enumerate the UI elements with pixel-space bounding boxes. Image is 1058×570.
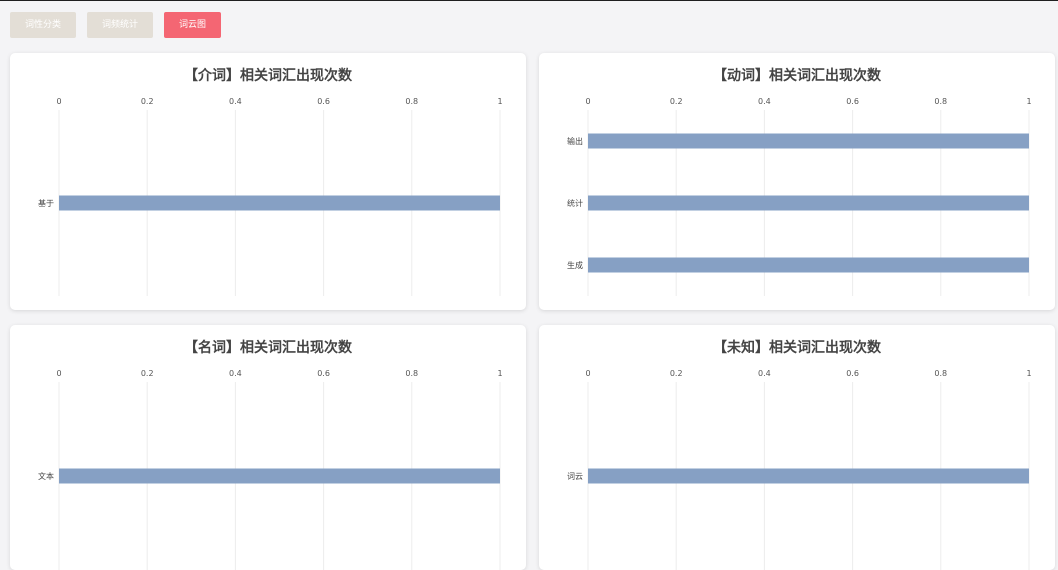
chart-card-verb: 【动词】相关词汇出现次数 0 0.2 0.4 0.6 0.8 1 输出 统计 生成 — [539, 53, 1055, 310]
x-tick-label: 0 — [56, 97, 61, 106]
category-label: 词云 — [567, 472, 583, 481]
x-tick-label: 0.8 — [934, 369, 947, 378]
category-label: 生成 — [567, 260, 583, 270]
x-tick-label: 0.6 — [846, 369, 859, 378]
x-tick-label: 0.6 — [317, 97, 330, 106]
x-tick-label: 0 — [585, 369, 590, 378]
x-tick-label: 0.8 — [934, 97, 947, 106]
bar — [588, 133, 1029, 149]
category-label: 统计 — [567, 198, 583, 208]
x-tick-label: 0.2 — [141, 369, 154, 378]
x-tick-label: 1 — [1026, 97, 1031, 106]
bar — [59, 468, 500, 484]
x-tick-label: 1 — [497, 369, 502, 378]
bar-chart-unknown: 0 0.2 0.4 0.6 0.8 1 词云 — [567, 369, 1032, 570]
tab-pos-classification[interactable]: 词性分类 — [10, 12, 77, 38]
x-tick-label: 0.2 — [670, 97, 683, 106]
bar — [59, 195, 500, 211]
bar — [588, 195, 1029, 211]
x-tick-label: 0.8 — [405, 369, 418, 378]
category-label: 基于 — [38, 198, 54, 208]
bar-chart-noun: 0 0.2 0.4 0.6 0.8 1 文本 — [38, 369, 503, 570]
x-tick-label: 0 — [585, 97, 590, 106]
chart-card-preposition: 【介词】相关词汇出现次数 0 0.2 0.4 0.6 0.8 1 基于 — [10, 53, 526, 310]
x-tick-label: 0.4 — [758, 369, 771, 378]
x-tick-label: 0.4 — [758, 97, 771, 106]
bar — [588, 468, 1029, 484]
top-border — [0, 0, 1058, 1]
x-tick-label: 0.6 — [317, 369, 330, 378]
x-tick-label: 0.6 — [846, 97, 859, 106]
x-tick-label: 0.4 — [229, 97, 242, 106]
bar-chart-preposition: 0 0.2 0.4 0.6 0.8 1 基于 — [38, 97, 503, 296]
x-tick-label: 0.2 — [670, 369, 683, 378]
tab-word-frequency[interactable]: 词频统计 — [87, 12, 154, 38]
category-label: 输出 — [567, 136, 583, 146]
x-tick-label: 0.2 — [141, 97, 154, 106]
bar — [588, 257, 1029, 273]
chart-card-unknown: 【未知】相关词汇出现次数 0 0.2 0.4 0.6 0.8 1 词云 — [539, 325, 1055, 570]
x-tick-label: 0.8 — [405, 97, 418, 106]
x-tick-label: 1 — [497, 97, 502, 106]
x-tick-label: 0.4 — [229, 369, 242, 378]
bar-chart-verb: 0 0.2 0.4 0.6 0.8 1 输出统计生成 — [567, 97, 1032, 296]
category-label: 文本 — [38, 471, 54, 481]
x-tick-label: 1 — [1026, 369, 1031, 378]
x-tick-label: 0 — [56, 369, 61, 378]
tab-bar: 词性分类 词频统计 词云图 — [10, 12, 222, 38]
chart-card-noun: 【名词】相关词汇出现次数 0 0.2 0.4 0.6 0.8 1 文本 — [10, 325, 526, 570]
tab-word-cloud[interactable]: 词云图 — [164, 12, 222, 38]
